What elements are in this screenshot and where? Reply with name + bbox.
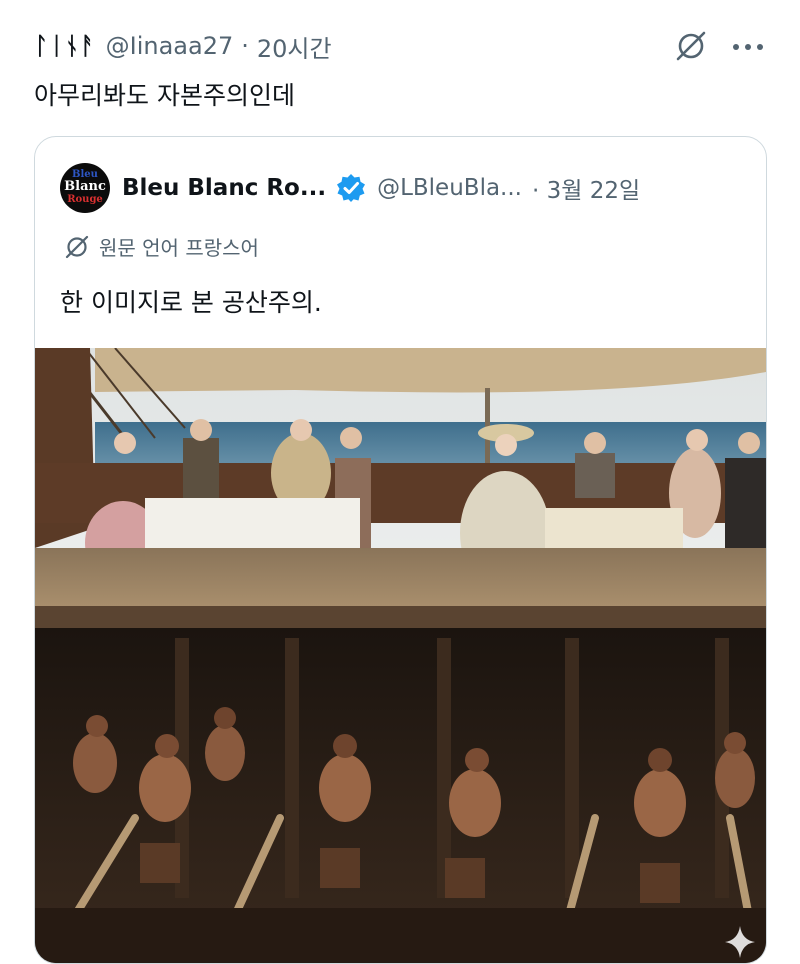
quoted-tweet-date[interactable]: · 3월 22일	[532, 171, 640, 205]
quoted-author-handle[interactable]: @LBleuBla...	[377, 175, 522, 201]
guest-head	[190, 419, 212, 441]
avatar-logo-line-2: Blanc	[64, 179, 106, 194]
avatar-logo-line-3: Rouge	[67, 194, 103, 205]
dining-table	[145, 498, 360, 548]
rowing-stool	[640, 863, 680, 903]
avatar[interactable]: Bleu Blanc Rouge	[60, 163, 110, 213]
guest-coat	[183, 438, 219, 498]
guest-head	[584, 432, 606, 454]
more-options-icon[interactable]	[727, 36, 769, 58]
guest-head	[495, 434, 517, 456]
author-handle[interactable]: @Iinaaa27	[106, 32, 234, 60]
rowing-stool	[320, 848, 360, 888]
quoted-author-name[interactable]: Bleu Blanc Ro...	[122, 175, 326, 201]
upper-deck-floor	[35, 548, 766, 606]
guest-coat	[575, 453, 615, 498]
verified-badge-icon	[335, 172, 367, 204]
quoted-tweet-text: 한 이미지로 본 공산주의.	[60, 288, 322, 317]
translate-icon[interactable]	[673, 28, 709, 64]
tweet-text: 아무리봐도 자본주의인데	[34, 81, 295, 110]
hold-post	[565, 638, 579, 898]
tweet-header: ᛚᛁᚾᚨ @Iinaaa27 · 20시간	[34, 26, 332, 66]
guest-head	[738, 432, 760, 454]
tweet-photo[interactable]	[35, 348, 766, 963]
rowing-stool	[445, 858, 485, 898]
source-language-label: 원문 언어 프랑스어	[99, 236, 259, 260]
source-language-indicator[interactable]: 원문 언어 프랑스어	[63, 232, 259, 261]
quoted-tweet-header: Bleu Blanc Rouge Bleu Blanc Ro... @LBleu…	[60, 162, 640, 214]
guest-head	[686, 429, 708, 451]
guest-head	[290, 419, 312, 441]
guest-head	[340, 427, 362, 449]
rowing-stool	[140, 843, 180, 883]
hold-floor	[35, 908, 766, 963]
tweet-time[interactable]: 20시간	[257, 29, 332, 64]
deck-beam	[35, 606, 766, 628]
guest-head	[114, 432, 136, 454]
quoted-tweet-card[interactable]: Bleu Blanc Rouge Bleu Blanc Ro... @LBleu…	[34, 136, 767, 964]
hold-post	[285, 638, 299, 898]
author-name[interactable]: ᛚᛁᚾᚨ	[34, 32, 96, 60]
translate-icon	[65, 235, 89, 258]
separator-dot: ·	[241, 32, 249, 60]
